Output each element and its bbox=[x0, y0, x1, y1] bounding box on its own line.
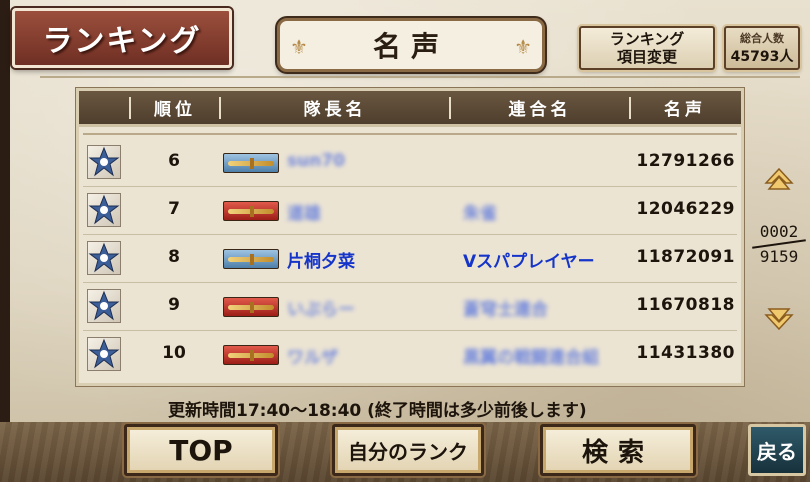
ranking-category-label: 名声 bbox=[372, 30, 449, 63]
star-emblem-icon bbox=[87, 241, 121, 275]
fame-value: 12791266 bbox=[636, 151, 735, 171]
star-emblem-icon bbox=[87, 289, 121, 323]
total-players-label: 総合人数 bbox=[740, 32, 784, 45]
col-fame: 名声 bbox=[664, 100, 706, 120]
rank-value: 9 bbox=[168, 295, 180, 315]
left-border bbox=[0, 0, 10, 482]
fame-value: 12046229 bbox=[636, 199, 735, 219]
back-button[interactable]: 戻る bbox=[748, 424, 806, 476]
update-time-notice: 更新時間17:40～18:40 (終了時間は多少前後します) bbox=[168, 401, 587, 421]
header-underline bbox=[83, 133, 737, 135]
table-row[interactable]: 6 sun70 12791266 bbox=[79, 139, 741, 185]
fame-value: 11872091 bbox=[636, 247, 735, 267]
ranking-table: 順位 隊長名 連合名 名声 6 sun70 12791266 7 道雄 朱雀 1… bbox=[76, 88, 744, 386]
col-alliance: 連合名 bbox=[508, 100, 572, 120]
up-arrow-icon[interactable] bbox=[762, 166, 796, 192]
top-button[interactable]: TOP bbox=[124, 424, 278, 476]
change-ranking-items-button[interactable]: ランキング 項目変更 bbox=[579, 26, 715, 70]
alliance-name[interactable]: 黒翼の戦闘連合組 bbox=[463, 343, 599, 368]
alliance-name[interactable]: Vスパプレイヤー bbox=[463, 247, 595, 272]
page-indicator: 0002 9159 bbox=[750, 222, 808, 266]
my-rank-button[interactable]: 自分のランク bbox=[332, 424, 484, 476]
col-captain: 隊長名 bbox=[303, 100, 367, 120]
table-row[interactable]: 9 いぶらー 蒼穹士連合 11670818 bbox=[79, 283, 741, 329]
table-row[interactable]: 10 ワルザ 黒翼の戦闘連合組 11431380 bbox=[79, 331, 741, 377]
current-page: 0002 bbox=[759, 222, 799, 241]
header-divider bbox=[40, 76, 800, 78]
ornament-right-icon: ⚜ bbox=[514, 35, 532, 59]
table-row[interactable]: 8 片桐夕菜 Vスパプレイヤー 11872091 bbox=[79, 235, 741, 281]
sword-badge-icon bbox=[223, 249, 279, 269]
sword-badge-icon bbox=[223, 153, 279, 173]
change-items-line1: ランキング bbox=[609, 30, 685, 48]
total-players-value: 45793人 bbox=[730, 49, 794, 65]
table-header: 順位 隊長名 連合名 名声 bbox=[79, 91, 741, 127]
change-items-line2: 項目変更 bbox=[616, 48, 677, 66]
sword-badge-icon bbox=[223, 201, 279, 221]
fame-value: 11670818 bbox=[636, 295, 735, 315]
captain-name[interactable]: 片桐夕菜 bbox=[287, 247, 355, 272]
star-emblem-icon bbox=[87, 193, 121, 227]
captain-name[interactable]: sun70 bbox=[287, 151, 345, 171]
down-arrow-icon[interactable] bbox=[762, 306, 796, 332]
rank-value: 10 bbox=[162, 343, 186, 363]
captain-name[interactable]: 道雄 bbox=[287, 199, 321, 224]
title-text: ランキング bbox=[42, 24, 202, 59]
ranking-screen: ランキング ⚜ 名声 ⚜ ランキング 項目変更 総合人数 45793人 順位 隊… bbox=[0, 0, 810, 482]
captain-name[interactable]: ワルザ bbox=[287, 343, 338, 368]
star-emblem-icon bbox=[87, 337, 121, 371]
table-row[interactable]: 7 道雄 朱雀 12046229 bbox=[79, 187, 741, 233]
alliance-name[interactable]: 蒼穹士連合 bbox=[463, 295, 548, 320]
sword-badge-icon bbox=[223, 297, 279, 317]
search-button[interactable]: 検索 bbox=[540, 424, 696, 476]
fame-value: 11431380 bbox=[636, 343, 735, 363]
alliance-name[interactable]: 朱雀 bbox=[463, 199, 497, 224]
total-players-box: 総合人数 45793人 bbox=[724, 26, 800, 70]
captain-name[interactable]: いぶらー bbox=[287, 295, 355, 320]
star-emblem-icon bbox=[87, 145, 121, 179]
rank-value: 8 bbox=[168, 247, 180, 267]
sword-badge-icon bbox=[223, 345, 279, 365]
rank-value: 7 bbox=[168, 199, 180, 219]
rank-value: 6 bbox=[168, 151, 180, 171]
total-pages: 9159 bbox=[759, 247, 799, 266]
ranking-category-tab[interactable]: ⚜ 名声 ⚜ bbox=[277, 18, 545, 72]
ornament-left-icon: ⚜ bbox=[290, 35, 308, 59]
screen-title: ランキング bbox=[12, 8, 232, 68]
col-rank: 順位 bbox=[154, 100, 196, 120]
